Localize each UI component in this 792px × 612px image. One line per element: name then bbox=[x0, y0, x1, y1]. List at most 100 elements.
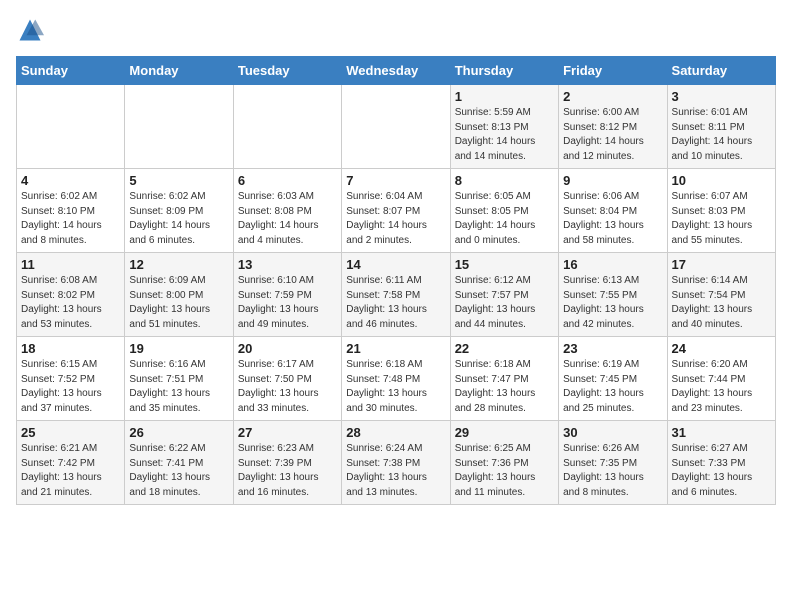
calendar-table: SundayMondayTuesdayWednesdayThursdayFrid… bbox=[16, 56, 776, 505]
day-number: 1 bbox=[455, 89, 554, 104]
day-number: 12 bbox=[129, 257, 228, 272]
day-info: Sunrise: 5:59 AM Sunset: 8:13 PM Dayligh… bbox=[455, 106, 554, 164]
calendar-cell: 31 Sunrise: 6:27 AM Sunset: 7:33 PM Dayli… bbox=[667, 421, 775, 505]
calendar-cell: 1 Sunrise: 5:59 AM Sunset: 8:13 PM Daylig… bbox=[450, 85, 558, 169]
calendar-cell: 22 Sunrise: 6:18 AM Sunset: 7:47 PM Dayli… bbox=[450, 337, 558, 421]
calendar-cell: 16Sunrise: 6:13 AM Sunset: 7:55 PM Dayli… bbox=[559, 253, 667, 337]
day-number: 29 bbox=[455, 425, 554, 440]
calendar-cell: 23 Sunrise: 6:19 AM Sunset: 7:45 PM Dayli… bbox=[559, 337, 667, 421]
calendar-cell: 29 Sunrise: 6:25 AM Sunset: 7:36 PM Dayli… bbox=[450, 421, 558, 505]
day-number: 5 bbox=[129, 173, 228, 188]
day-info: Sunrise: 6:15 AM Sunset: 7:52 PM Dayligh… bbox=[21, 358, 120, 416]
day-info: Sunrise: 6:27 AM Sunset: 7:33 PM Dayligh… bbox=[672, 442, 771, 500]
day-info: Sunrise: 6:26 AM Sunset: 7:35 PM Dayligh… bbox=[563, 442, 662, 500]
day-info: Sunrise: 6:13 AM Sunset: 7:55 PM Dayligh… bbox=[563, 274, 662, 332]
logo-icon bbox=[16, 16, 44, 44]
day-info: Sunrise: 6:08 AM Sunset: 8:02 PM Dayligh… bbox=[21, 274, 120, 332]
day-info: Sunrise: 6:01 AM Sunset: 8:11 PM Dayligh… bbox=[672, 106, 771, 164]
calendar-cell: 2Sunrise: 6:00 AM Sunset: 8:12 PM Daylig… bbox=[559, 85, 667, 169]
calendar-cell: 9Sunrise: 6:06 AM Sunset: 8:04 PM Daylig… bbox=[559, 169, 667, 253]
day-info: Sunrise: 6:17 AM Sunset: 7:50 PM Dayligh… bbox=[238, 358, 337, 416]
day-number: 26 bbox=[129, 425, 228, 440]
calendar-cell: 8 Sunrise: 6:05 AM Sunset: 8:05 PM Daylig… bbox=[450, 169, 558, 253]
header bbox=[16, 16, 776, 44]
day-info: Sunrise: 6:02 AM Sunset: 8:09 PM Dayligh… bbox=[129, 190, 228, 248]
day-number: 21 bbox=[346, 341, 445, 356]
day-info: Sunrise: 6:16 AM Sunset: 7:51 PM Dayligh… bbox=[129, 358, 228, 416]
day-number: 2 bbox=[563, 89, 662, 104]
calendar-cell: 17 Sunrise: 6:14 AM Sunset: 7:54 PM Dayli… bbox=[667, 253, 775, 337]
day-number: 9 bbox=[563, 173, 662, 188]
day-number: 13 bbox=[238, 257, 337, 272]
logo bbox=[16, 16, 48, 44]
day-info: Sunrise: 6:14 AM Sunset: 7:54 PM Dayligh… bbox=[672, 274, 771, 332]
calendar-cell: 6 Sunrise: 6:03 AM Sunset: 8:08 PM Daylig… bbox=[233, 169, 341, 253]
calendar-cell: 21 Sunrise: 6:18 AM Sunset: 7:48 PM Dayli… bbox=[342, 337, 450, 421]
day-number: 8 bbox=[455, 173, 554, 188]
day-number: 25 bbox=[21, 425, 120, 440]
calendar-week-row: 4Sunrise: 6:02 AM Sunset: 8:10 PM Daylig… bbox=[17, 169, 776, 253]
calendar-cell bbox=[233, 85, 341, 169]
day-number: 15 bbox=[455, 257, 554, 272]
weekday-header-sunday: Sunday bbox=[17, 57, 125, 85]
day-info: Sunrise: 6:03 AM Sunset: 8:08 PM Dayligh… bbox=[238, 190, 337, 248]
calendar-cell: 10Sunrise: 6:07 AM Sunset: 8:03 PM Dayli… bbox=[667, 169, 775, 253]
calendar-cell: 3 Sunrise: 6:01 AM Sunset: 8:11 PM Daylig… bbox=[667, 85, 775, 169]
day-info: Sunrise: 6:09 AM Sunset: 8:00 PM Dayligh… bbox=[129, 274, 228, 332]
day-number: 22 bbox=[455, 341, 554, 356]
calendar-cell bbox=[125, 85, 233, 169]
calendar-cell: 26 Sunrise: 6:22 AM Sunset: 7:41 PM Dayli… bbox=[125, 421, 233, 505]
day-number: 17 bbox=[672, 257, 771, 272]
calendar-cell: 7Sunrise: 6:04 AM Sunset: 8:07 PM Daylig… bbox=[342, 169, 450, 253]
day-info: Sunrise: 6:20 AM Sunset: 7:44 PM Dayligh… bbox=[672, 358, 771, 416]
day-info: Sunrise: 6:25 AM Sunset: 7:36 PM Dayligh… bbox=[455, 442, 554, 500]
calendar-cell: 5 Sunrise: 6:02 AM Sunset: 8:09 PM Daylig… bbox=[125, 169, 233, 253]
calendar-cell: 18Sunrise: 6:15 AM Sunset: 7:52 PM Dayli… bbox=[17, 337, 125, 421]
calendar-cell bbox=[342, 85, 450, 169]
day-info: Sunrise: 6:22 AM Sunset: 7:41 PM Dayligh… bbox=[129, 442, 228, 500]
weekday-header-saturday: Saturday bbox=[667, 57, 775, 85]
day-info: Sunrise: 6:02 AM Sunset: 8:10 PM Dayligh… bbox=[21, 190, 120, 248]
day-number: 6 bbox=[238, 173, 337, 188]
day-info: Sunrise: 6:10 AM Sunset: 7:59 PM Dayligh… bbox=[238, 274, 337, 332]
day-info: Sunrise: 6:12 AM Sunset: 7:57 PM Dayligh… bbox=[455, 274, 554, 332]
day-info: Sunrise: 6:24 AM Sunset: 7:38 PM Dayligh… bbox=[346, 442, 445, 500]
day-number: 14 bbox=[346, 257, 445, 272]
day-number: 19 bbox=[129, 341, 228, 356]
weekday-header-row: SundayMondayTuesdayWednesdayThursdayFrid… bbox=[17, 57, 776, 85]
calendar-week-row: 18Sunrise: 6:15 AM Sunset: 7:52 PM Dayli… bbox=[17, 337, 776, 421]
day-number: 3 bbox=[672, 89, 771, 104]
calendar-cell bbox=[17, 85, 125, 169]
calendar-cell: 27 Sunrise: 6:23 AM Sunset: 7:39 PM Dayli… bbox=[233, 421, 341, 505]
day-number: 11 bbox=[21, 257, 120, 272]
calendar-cell: 25 Sunrise: 6:21 AM Sunset: 7:42 PM Dayli… bbox=[17, 421, 125, 505]
day-info: Sunrise: 6:18 AM Sunset: 7:47 PM Dayligh… bbox=[455, 358, 554, 416]
day-number: 27 bbox=[238, 425, 337, 440]
calendar-week-row: 25 Sunrise: 6:21 AM Sunset: 7:42 PM Dayli… bbox=[17, 421, 776, 505]
calendar-cell: 19 Sunrise: 6:16 AM Sunset: 7:51 PM Dayli… bbox=[125, 337, 233, 421]
calendar-cell: 4Sunrise: 6:02 AM Sunset: 8:10 PM Daylig… bbox=[17, 169, 125, 253]
weekday-header-monday: Monday bbox=[125, 57, 233, 85]
weekday-header-friday: Friday bbox=[559, 57, 667, 85]
calendar-cell: 13 Sunrise: 6:10 AM Sunset: 7:59 PM Dayli… bbox=[233, 253, 341, 337]
calendar-cell: 30Sunrise: 6:26 AM Sunset: 7:35 PM Dayli… bbox=[559, 421, 667, 505]
day-info: Sunrise: 6:21 AM Sunset: 7:42 PM Dayligh… bbox=[21, 442, 120, 500]
day-number: 23 bbox=[563, 341, 662, 356]
day-number: 31 bbox=[672, 425, 771, 440]
day-info: Sunrise: 6:23 AM Sunset: 7:39 PM Dayligh… bbox=[238, 442, 337, 500]
calendar-cell: 15 Sunrise: 6:12 AM Sunset: 7:57 PM Dayli… bbox=[450, 253, 558, 337]
calendar-cell: 14 Sunrise: 6:11 AM Sunset: 7:58 PM Dayli… bbox=[342, 253, 450, 337]
weekday-header-tuesday: Tuesday bbox=[233, 57, 341, 85]
day-number: 20 bbox=[238, 341, 337, 356]
day-number: 7 bbox=[346, 173, 445, 188]
day-info: Sunrise: 6:18 AM Sunset: 7:48 PM Dayligh… bbox=[346, 358, 445, 416]
calendar-week-row: 1 Sunrise: 5:59 AM Sunset: 8:13 PM Daylig… bbox=[17, 85, 776, 169]
day-number: 24 bbox=[672, 341, 771, 356]
day-info: Sunrise: 6:05 AM Sunset: 8:05 PM Dayligh… bbox=[455, 190, 554, 248]
day-number: 10 bbox=[672, 173, 771, 188]
day-info: Sunrise: 6:19 AM Sunset: 7:45 PM Dayligh… bbox=[563, 358, 662, 416]
day-number: 28 bbox=[346, 425, 445, 440]
calendar-cell: 11 Sunrise: 6:08 AM Sunset: 8:02 PM Dayli… bbox=[17, 253, 125, 337]
calendar-cell: 12 Sunrise: 6:09 AM Sunset: 8:00 PM Dayli… bbox=[125, 253, 233, 337]
day-info: Sunrise: 6:11 AM Sunset: 7:58 PM Dayligh… bbox=[346, 274, 445, 332]
